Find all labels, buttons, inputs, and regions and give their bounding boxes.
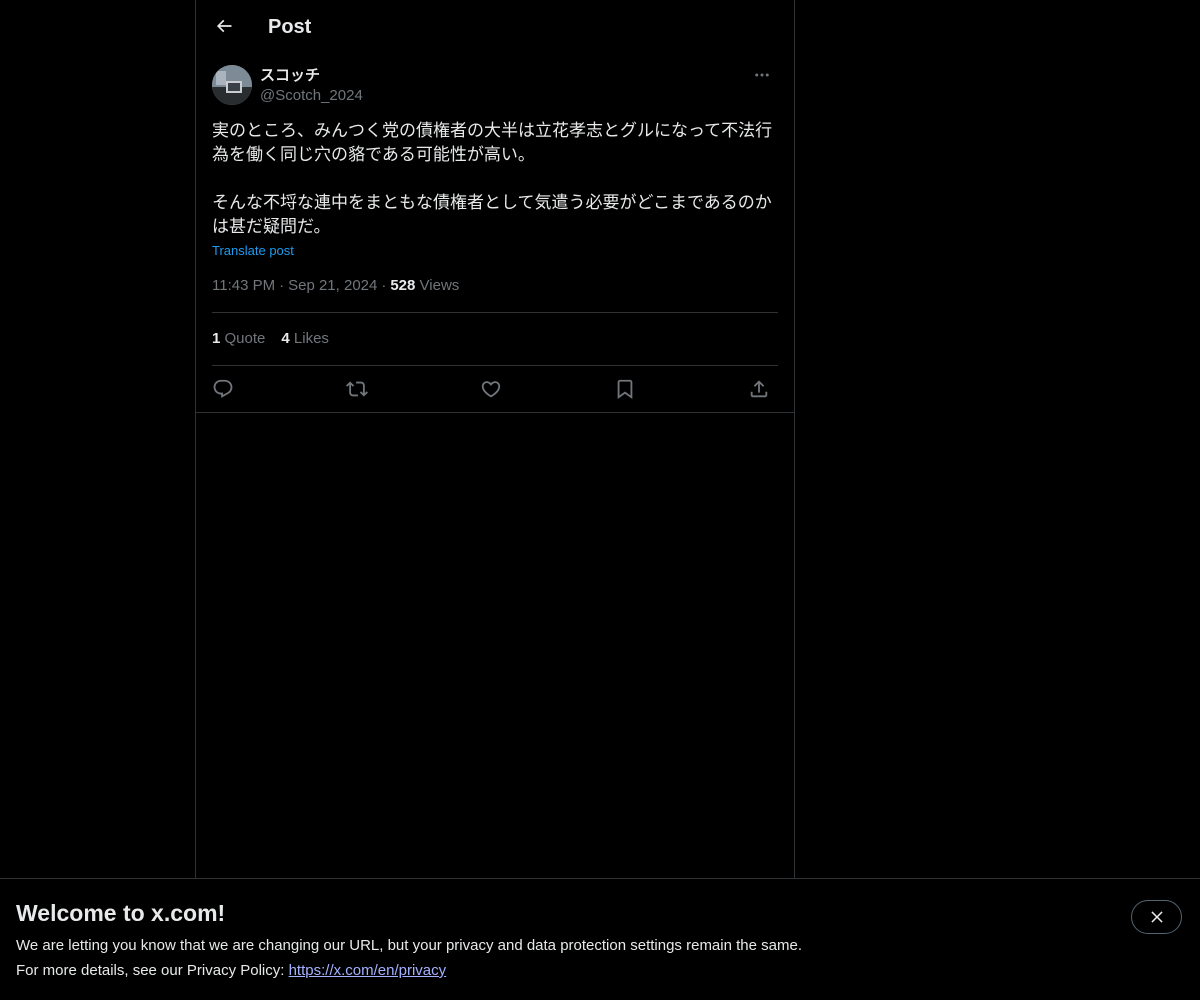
share-icon	[750, 380, 768, 398]
bookmark-icon	[617, 379, 633, 400]
more-options-button[interactable]	[746, 64, 778, 86]
like-button[interactable]	[474, 372, 508, 406]
divider	[212, 312, 778, 313]
post-header: Post	[196, 0, 794, 53]
post-column: Post スコッチ @Scotch_2024 実のところ、みんつく党の債権者の大…	[195, 0, 795, 878]
repost-button[interactable]	[340, 372, 374, 406]
likes-stat[interactable]: 4 Likes	[281, 330, 329, 347]
page-title: Post	[268, 16, 312, 38]
meta-separator: ·	[279, 277, 285, 294]
views-count: 528	[390, 277, 416, 294]
banner-close-button[interactable]	[1131, 900, 1182, 934]
post-date[interactable]: Sep 21, 2024	[288, 277, 377, 294]
post-stats: 1 Quote 4 Likes	[212, 329, 345, 349]
bookmark-button[interactable]	[608, 372, 642, 406]
post-text: 実のところ、みんつく党の債権者の大半は立花孝志とグルになって不法行為を働く同じ穴…	[212, 119, 778, 239]
views-label: Views	[419, 277, 460, 294]
post-paragraph-2: そんな不埒な連中をまともな債権者として気遣う必要がどこまであるのかは甚だ疑問だ。	[212, 193, 772, 237]
post-meta: 11:43 PM · Sep 21, 2024 · 528 Views	[212, 276, 459, 296]
avatar-image	[212, 65, 252, 105]
user-handle[interactable]: @Scotch_2024	[260, 86, 363, 106]
arrow-left-icon	[216, 19, 232, 33]
back-button[interactable]	[208, 10, 240, 42]
translate-post-link[interactable]: Translate post	[212, 242, 294, 260]
close-icon	[1150, 911, 1163, 923]
post-time[interactable]: 11:43 PM	[212, 277, 275, 294]
banner-message: We are letting you know that we are chan…	[16, 937, 802, 954]
banner-privacy-prefix: For more details, see our Privacy Policy…	[16, 962, 289, 979]
quotes-stat[interactable]: 1 Quote	[212, 330, 265, 347]
welcome-banner: Welcome to x.com! We are letting you kno…	[0, 878, 1200, 1000]
more-horizontal-icon	[755, 73, 769, 77]
post-author: スコッチ @Scotch_2024	[212, 64, 778, 108]
divider	[212, 365, 778, 366]
like-icon	[481, 381, 501, 398]
quotes-count: 1	[212, 330, 221, 347]
reply-button[interactable]	[206, 372, 240, 406]
display-name[interactable]: スコッチ	[260, 66, 320, 86]
post-actions	[212, 372, 778, 406]
avatar[interactable]	[212, 65, 252, 105]
share-button[interactable]	[742, 372, 776, 406]
repost-icon	[346, 381, 368, 397]
banner-privacy-line: For more details, see our Privacy Policy…	[16, 961, 446, 981]
divider	[196, 412, 794, 413]
reply-icon	[213, 379, 233, 398]
quotes-label: Quote	[224, 330, 266, 347]
banner-title: Welcome to x.com!	[16, 900, 226, 926]
meta-separator: ·	[381, 277, 387, 294]
post-paragraph-1: 実のところ、みんつく党の債権者の大半は立花孝志とグルになって不法行為を働く同じ穴…	[212, 121, 773, 165]
likes-label: Likes	[293, 330, 329, 347]
likes-count: 4	[281, 330, 290, 347]
privacy-policy-link[interactable]: https://x.com/en/privacy	[289, 962, 447, 979]
